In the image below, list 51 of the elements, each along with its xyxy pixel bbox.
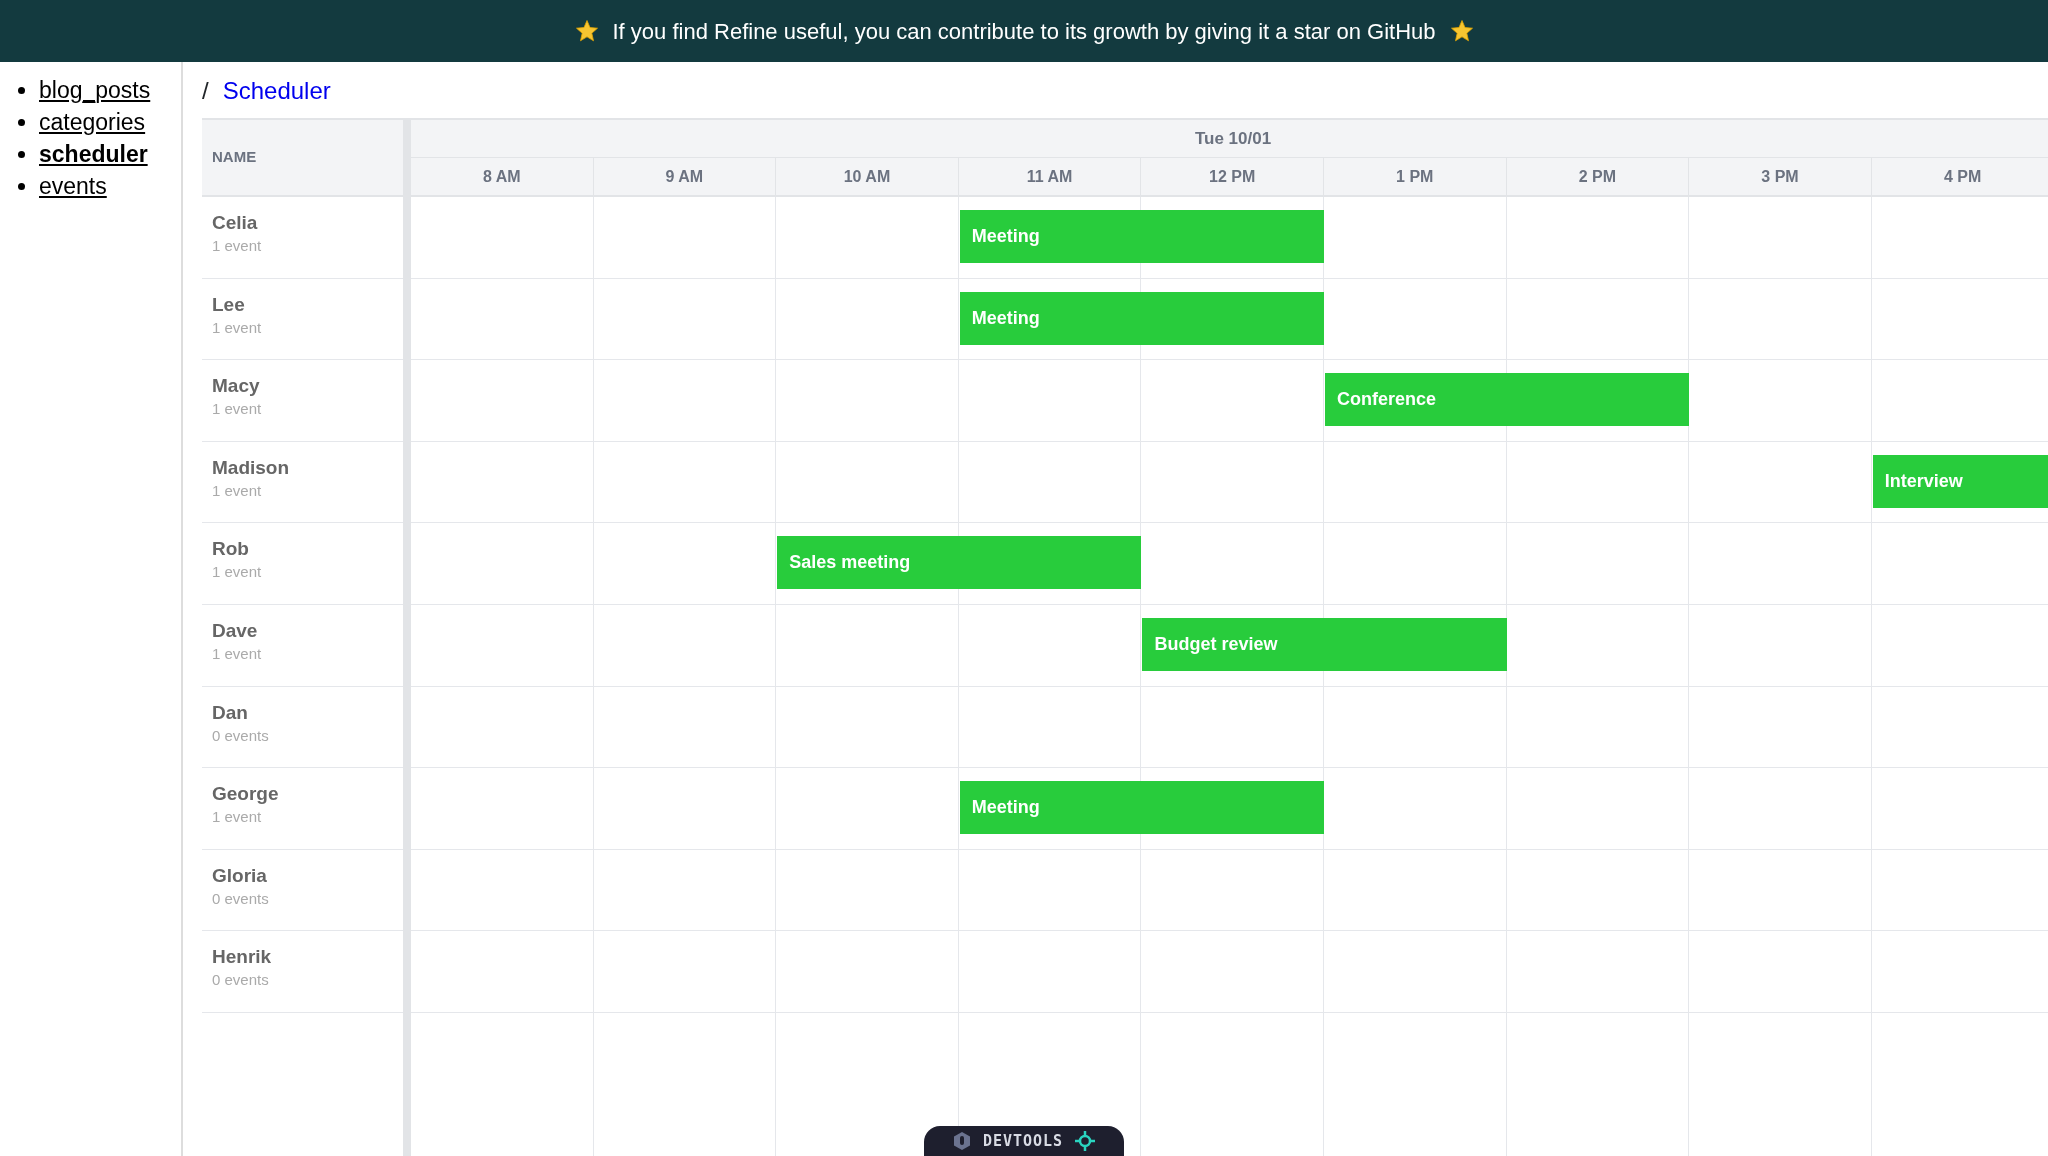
resource-name: Gloria [212, 863, 268, 888]
devtools-button[interactable]: DEVTOOLS [924, 1126, 1124, 1156]
logo-icon [952, 1131, 971, 1151]
event-bar[interactable]: Meeting [959, 781, 1324, 835]
resource-name: Madison [212, 455, 291, 480]
bullet-icon [18, 150, 25, 158]
hour-header: 4 PM [1871, 158, 2048, 195]
resource-name: Rob [212, 537, 250, 562]
hour-header: 3 PM [1689, 158, 1872, 195]
bullet-icon [18, 118, 25, 126]
event-count: 1 event [212, 480, 263, 501]
event-count: 1 event [212, 643, 263, 664]
hour-header: 10 AM [776, 158, 959, 195]
event-count: 1 event [212, 399, 263, 420]
hour-header: 2 PM [1506, 158, 1690, 195]
event-count: 0 events [212, 970, 270, 991]
event-bar[interactable]: Meeting [959, 210, 1324, 263]
hour-header: 1 PM [1323, 158, 1507, 195]
star-icon [574, 19, 599, 43]
bullet-icon [18, 86, 25, 94]
resource-name: Dave [212, 618, 259, 643]
event-count: 0 events [212, 725, 270, 746]
resource-name: Celia [212, 211, 259, 235]
event-bar[interactable]: Interview [1872, 454, 2048, 508]
hour-header: 8 AM [411, 158, 594, 195]
resource-name: Henrik [212, 945, 273, 970]
event-bar[interactable]: Budget review [1142, 617, 1507, 671]
event-count: 1 event [212, 317, 263, 338]
hour-header: 12 PM [1141, 158, 1324, 195]
star-icon [1449, 19, 1474, 43]
event-count: 1 event [212, 236, 263, 256]
crosshair-icon [1075, 1131, 1096, 1151]
resource-name: George [212, 782, 280, 807]
event-count: 1 event [212, 807, 263, 828]
resource-name: Lee [212, 292, 246, 317]
hour-header: 11 AM [958, 158, 1142, 195]
bullet-icon [18, 182, 25, 190]
event-count: 0 events [212, 888, 270, 909]
resource-name: Dan [212, 700, 249, 725]
column-header: NAME [202, 120, 403, 197]
date-header: Tue 10/01 [411, 120, 2048, 158]
event-count: 1 event [212, 562, 263, 583]
splitter[interactable] [403, 120, 411, 1156]
hour-header: 9 AM [593, 158, 777, 195]
event-bar[interactable]: Conference [1325, 373, 1690, 427]
banner-text: If you find Refine useful, you can contribute to its growth by giving it a star on GitHub [612, 17, 1436, 46]
resource-name: Macy [212, 374, 261, 399]
event-bar[interactable]: Meeting [959, 291, 1324, 345]
breadcrumb-link[interactable]: Scheduler [222, 73, 331, 109]
breadcrumb-separator: / [202, 76, 209, 106]
event-bar[interactable]: Sales meeting [777, 536, 1142, 590]
